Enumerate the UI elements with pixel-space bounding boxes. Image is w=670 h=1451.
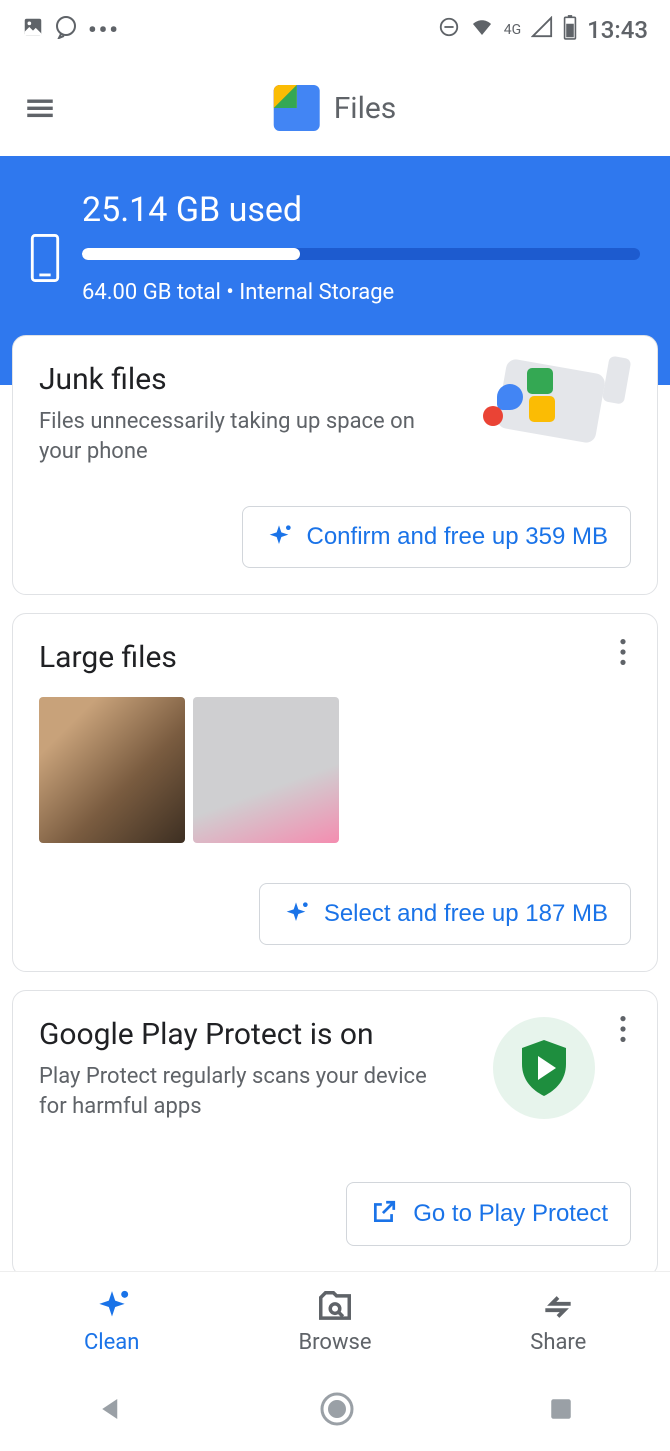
junk-action-label: Confirm and free up 359 MB bbox=[307, 523, 609, 551]
card-play-protect: Google Play Protect is on Play Protect r… bbox=[12, 990, 658, 1276]
nav-browse[interactable]: Browse bbox=[223, 1272, 446, 1371]
play-protect-shield-icon bbox=[493, 1017, 595, 1119]
bottom-navigation: Clean Browse Share bbox=[0, 1271, 670, 1371]
large-file-thumb[interactable] bbox=[39, 697, 185, 843]
battery-icon bbox=[563, 14, 577, 46]
card-junk-title: Junk files bbox=[39, 362, 439, 397]
home-button[interactable] bbox=[319, 1391, 355, 1431]
nav-browse-label: Browse bbox=[298, 1330, 371, 1355]
clock: 13:43 bbox=[587, 16, 648, 44]
external-link-icon bbox=[369, 1199, 399, 1229]
app-bar: Files bbox=[0, 60, 670, 156]
large-select-button[interactable]: Select and free up 187 MB bbox=[259, 883, 631, 945]
sparkle-icon bbox=[282, 900, 310, 928]
nav-share[interactable]: Share bbox=[447, 1272, 670, 1371]
card-protect-subtitle: Play Protect regularly scans your device… bbox=[39, 1062, 439, 1121]
back-button[interactable] bbox=[96, 1394, 126, 1428]
card-protect-more-button[interactable] bbox=[605, 1011, 641, 1047]
menu-button[interactable] bbox=[20, 88, 60, 128]
files-logo-icon bbox=[274, 85, 320, 131]
play-protect-button[interactable]: Go to Play Protect bbox=[346, 1182, 631, 1246]
card-large-title: Large files bbox=[39, 640, 631, 675]
sparkle-icon bbox=[265, 523, 293, 551]
card-large-more-button[interactable] bbox=[605, 634, 641, 670]
signal-icon bbox=[531, 16, 553, 44]
card-junk-subtitle: Files unnecessarily taking up space on y… bbox=[39, 407, 439, 466]
large-files-thumbs bbox=[39, 697, 631, 843]
large-file-thumb[interactable] bbox=[193, 697, 339, 843]
wifi-icon bbox=[470, 15, 494, 45]
phone-icon bbox=[30, 234, 60, 286]
storage-total-label: 64.00 GB total • Internal Storage bbox=[82, 280, 640, 305]
storage-progress-fill bbox=[82, 248, 300, 260]
card-large-files: Large files Select and free up 187 MB bbox=[12, 613, 658, 972]
nav-clean-label: Clean bbox=[84, 1330, 139, 1355]
network-label: 4G bbox=[504, 22, 521, 38]
junk-confirm-button[interactable]: Confirm and free up 359 MB bbox=[242, 506, 632, 568]
system-navigation bbox=[0, 1371, 670, 1451]
card-junk-files: Junk files Files unnecessarily taking up… bbox=[12, 335, 658, 595]
app-title: Files bbox=[334, 91, 397, 126]
card-protect-title: Google Play Protect is on bbox=[39, 1017, 439, 1052]
image-icon bbox=[22, 16, 44, 44]
nav-share-label: Share bbox=[530, 1330, 586, 1355]
large-action-label: Select and free up 187 MB bbox=[324, 900, 608, 928]
whatsapp-icon bbox=[54, 15, 78, 45]
dnd-icon bbox=[438, 16, 460, 44]
storage-used-label: 25.14 GB used bbox=[82, 190, 640, 230]
status-bar: ••• 4G 13:43 bbox=[0, 0, 670, 60]
nav-clean[interactable]: Clean bbox=[0, 1272, 223, 1371]
storage-progress bbox=[82, 248, 640, 260]
more-notif-icon: ••• bbox=[88, 16, 120, 44]
suggestion-cards: Junk files Files unnecessarily taking up… bbox=[0, 335, 670, 1277]
dustpan-illustration-icon bbox=[491, 362, 601, 452]
recents-button[interactable] bbox=[548, 1396, 574, 1426]
protect-action-label: Go to Play Protect bbox=[413, 1200, 608, 1228]
